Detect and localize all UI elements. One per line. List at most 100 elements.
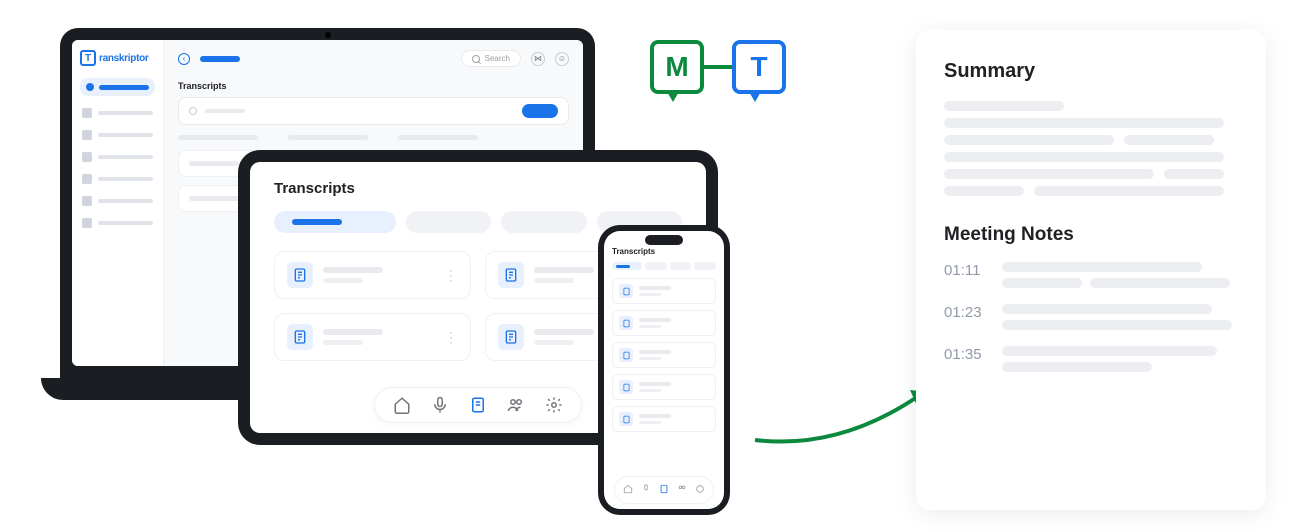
- sidebar-item[interactable]: [80, 104, 155, 122]
- people-icon[interactable]: [677, 481, 687, 499]
- summary-heading: Summary: [944, 60, 1238, 83]
- table-col: [288, 135, 368, 140]
- transcript-card[interactable]: [612, 278, 716, 304]
- sidebar-item-active[interactable]: [80, 78, 155, 96]
- card-meta: [323, 340, 363, 345]
- file-icon: [287, 324, 313, 350]
- phone-device: Transcripts: [598, 225, 730, 515]
- card-meta: [639, 325, 661, 328]
- summary-line: [944, 101, 1064, 111]
- logo[interactable]: T ranskriptor: [80, 50, 155, 66]
- settings-icon[interactable]: [545, 396, 563, 414]
- summary-line: [944, 152, 1224, 162]
- search-input[interactable]: Search: [461, 50, 521, 67]
- file-icon: [498, 262, 524, 288]
- cell: [189, 196, 239, 201]
- transkriptor-app-icon: T: [732, 40, 786, 94]
- summary-line: [1034, 186, 1224, 196]
- transcript-card[interactable]: [612, 406, 716, 432]
- sidebar-item[interactable]: [80, 126, 155, 144]
- file-icon: [287, 262, 313, 288]
- tab[interactable]: [670, 262, 692, 270]
- search-icon: [472, 55, 480, 63]
- table-col: [178, 135, 258, 140]
- transcript-list: [612, 278, 716, 432]
- note-body: [1002, 346, 1238, 372]
- card-title: [534, 267, 594, 273]
- transcript-card[interactable]: [612, 374, 716, 400]
- sidebar-active-dot: [86, 83, 94, 91]
- transcripts-icon[interactable]: [469, 396, 487, 414]
- note-timestamp: 01:11: [944, 262, 988, 279]
- meet-app-icon: M: [650, 40, 704, 94]
- file-icon: [498, 324, 524, 350]
- tab[interactable]: [645, 262, 667, 270]
- note-line: [1002, 320, 1232, 330]
- note-timestamp: 01:23: [944, 304, 988, 321]
- sidebar-item[interactable]: [80, 192, 155, 210]
- card-title: [639, 318, 671, 322]
- file-icon: [619, 316, 633, 330]
- bottom-nav: [374, 387, 582, 423]
- tab[interactable]: [406, 211, 492, 233]
- file-icon: [619, 380, 633, 394]
- note-row: 01:23: [944, 304, 1238, 330]
- nav-label: [98, 199, 153, 203]
- note-line: [1002, 362, 1152, 372]
- note-row: 01:35: [944, 346, 1238, 372]
- file-icon: [619, 348, 633, 362]
- section-title: Transcripts: [274, 180, 682, 197]
- tab-label: [616, 265, 630, 268]
- home-icon[interactable]: [393, 396, 411, 414]
- summary-line: [1124, 135, 1214, 145]
- sidebar-item[interactable]: [80, 170, 155, 188]
- more-icon[interactable]: ⋮: [444, 272, 458, 278]
- section-title: Transcripts: [178, 81, 569, 91]
- tab-active[interactable]: [274, 211, 396, 233]
- sidebar-item[interactable]: [80, 148, 155, 166]
- note-body: [1002, 304, 1238, 330]
- nav-label: [98, 133, 153, 137]
- transcript-card[interactable]: [612, 310, 716, 336]
- laptop-camera: [325, 32, 331, 38]
- table-col: [398, 135, 478, 140]
- filter-action-button[interactable]: [522, 104, 558, 118]
- transcript-card[interactable]: ⋮: [274, 251, 471, 299]
- card-title: [639, 350, 671, 354]
- settings-icon[interactable]: [695, 481, 705, 499]
- summary-line: [1164, 169, 1224, 179]
- user-avatar-icon[interactable]: ☺: [555, 52, 569, 66]
- more-icon[interactable]: ⋮: [444, 334, 458, 340]
- back-button[interactable]: ‹: [178, 53, 190, 65]
- card-title: [323, 267, 383, 273]
- card-title: [534, 329, 594, 335]
- summary-panel: Summary Meeting Notes 01:11 01:23 01:35: [916, 30, 1266, 510]
- tab[interactable]: [501, 211, 587, 233]
- card-meta: [323, 278, 363, 283]
- flow-arrow-icon: [750, 380, 940, 450]
- sidebar-item[interactable]: [80, 214, 155, 232]
- nav-icon: [82, 174, 92, 184]
- transcript-card[interactable]: [612, 342, 716, 368]
- nav-icon: [82, 108, 92, 118]
- tab-active[interactable]: [612, 262, 642, 270]
- card-title: [639, 286, 671, 290]
- people-icon[interactable]: [507, 396, 525, 414]
- section-title: Transcripts: [612, 247, 716, 256]
- file-icon: [619, 412, 633, 426]
- transcripts-icon[interactable]: [659, 481, 669, 499]
- mic-icon[interactable]: [641, 481, 651, 499]
- nav-icon: [82, 152, 92, 162]
- home-icon[interactable]: [623, 481, 633, 499]
- summary-line: [944, 186, 1024, 196]
- topbar: ‹ Search ⋈ ☺: [178, 50, 569, 67]
- filter-bar[interactable]: [178, 97, 569, 125]
- phone-app: Transcripts: [604, 231, 724, 509]
- transcript-card[interactable]: ⋮: [274, 313, 471, 361]
- phone-notch: [645, 235, 683, 245]
- tab[interactable]: [694, 262, 716, 270]
- search-placeholder: Search: [485, 54, 510, 63]
- help-icon[interactable]: ⋈: [531, 52, 545, 66]
- mic-icon[interactable]: [431, 396, 449, 414]
- nav-label: [98, 177, 153, 181]
